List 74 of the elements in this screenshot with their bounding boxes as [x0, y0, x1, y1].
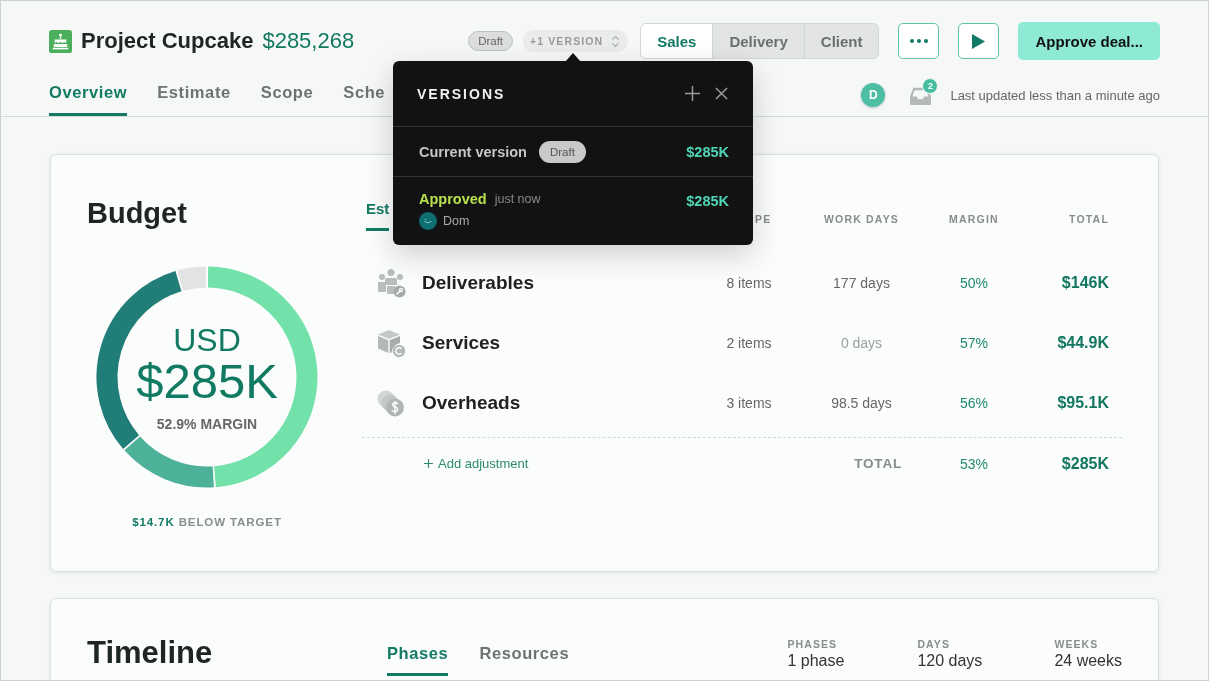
- column-header: TOTAL: [1068, 213, 1109, 226]
- work-days-cell-text: 0 days: [839, 335, 884, 351]
- more-icon: [909, 39, 928, 43]
- margin-cell-text: 53%: [959, 455, 989, 472]
- avatar-icon: [419, 212, 437, 230]
- category-name[interactable]: Services: [422, 332, 501, 354]
- version-amount: $285K: [686, 192, 729, 209]
- nav-tab[interactable]: Overview: [49, 82, 128, 116]
- timeline-tab[interactable]: Resources: [479, 644, 570, 676]
- nav-tab[interactable]: Sche: [343, 82, 386, 116]
- stat-value: 24 weeks: [1054, 651, 1122, 671]
- total-cell-text: $95.1K: [1056, 394, 1109, 412]
- scope-cell-text: 2 items: [725, 335, 773, 351]
- nav-tab[interactable]: Scope: [260, 82, 314, 116]
- section-title: Budget: [87, 196, 187, 231]
- plus-icon[interactable]: [685, 86, 700, 101]
- box-icon: [376, 328, 406, 358]
- more-button[interactable]: [898, 23, 940, 59]
- stat-value: 1 phase: [787, 651, 845, 671]
- currency-label: USD: [173, 322, 241, 358]
- target-amount: $14.7K: [132, 515, 175, 530]
- version-selector[interactable]: +1 VERSION: [523, 30, 629, 52]
- status-badge: Draft: [468, 31, 514, 51]
- version-author: Dom: [443, 214, 470, 228]
- last-updated-text: Last updated less than a minute ago: [950, 87, 1160, 103]
- stat-value: 120 days: [917, 651, 983, 671]
- total-cell-text: $44.9K: [1056, 334, 1109, 352]
- column-header: WORK DAYS: [823, 213, 900, 226]
- version-amount: $285K: [686, 143, 729, 160]
- people-icon: [376, 268, 406, 298]
- column-header: MARGIN: [949, 213, 999, 226]
- status-badge: Draft: [539, 140, 586, 163]
- work-days-cell-text: 177 days: [832, 275, 891, 291]
- category-name[interactable]: Overheads: [422, 392, 521, 414]
- version-time: just now: [494, 192, 541, 206]
- mode-tab[interactable]: Sales: [641, 24, 713, 58]
- stat-label: PHASES: [787, 637, 838, 651]
- mode-tab[interactable]: Client: [803, 24, 879, 58]
- budget-total: $285K: [136, 356, 278, 406]
- stat-label: DAYS: [917, 637, 950, 651]
- scope-cell-text: 3 items: [725, 395, 773, 411]
- category-name[interactable]: Deliverables: [422, 272, 534, 294]
- cake-icon: [49, 29, 72, 53]
- notification-badge: 2: [922, 77, 939, 94]
- mode-tab[interactable]: Delivery: [712, 24, 804, 58]
- margin-cell-text: 50%: [959, 275, 989, 291]
- margin-label: 52.9% MARGIN: [156, 415, 258, 433]
- plus-icon: [424, 459, 433, 468]
- total-cell-text: $146K: [1060, 274, 1109, 292]
- approve-button[interactable]: Approve deal...: [1018, 22, 1160, 60]
- total-label: TOTAL: [854, 456, 902, 471]
- total-cell-text: $285K: [1060, 454, 1109, 473]
- margin-cell-text: 56%: [959, 395, 989, 411]
- add-adjustment-link[interactable]: Add adjustment: [424, 456, 529, 471]
- nav-tab[interactable]: Estimate: [157, 82, 231, 116]
- margin-cell-text: 57%: [959, 335, 989, 351]
- section-title: Timeline: [87, 634, 213, 672]
- version-label: Current version: [419, 143, 527, 160]
- chevron-updown-icon: [611, 34, 621, 48]
- coins-icon: [376, 388, 406, 418]
- play-icon: [972, 33, 986, 49]
- scope-cell-text: 8 items: [725, 275, 773, 291]
- close-icon[interactable]: [715, 87, 728, 100]
- timeline-tab[interactable]: Phases: [387, 644, 449, 676]
- target-label: BELOW TARGET: [178, 515, 282, 530]
- project-title: Project Cupcake: [81, 28, 254, 54]
- version-status: Approved: [419, 191, 487, 207]
- work-days-cell-text: 98.5 days: [830, 395, 893, 411]
- play-button[interactable]: [958, 23, 1000, 59]
- column-header: PE: [755, 213, 772, 226]
- budget-view-tab[interactable]: Est: [366, 200, 390, 231]
- stat-label: WEEKS: [1054, 637, 1099, 651]
- project-amount: $285,268: [262, 28, 355, 54]
- popover-title: VERSIONS: [417, 85, 506, 102]
